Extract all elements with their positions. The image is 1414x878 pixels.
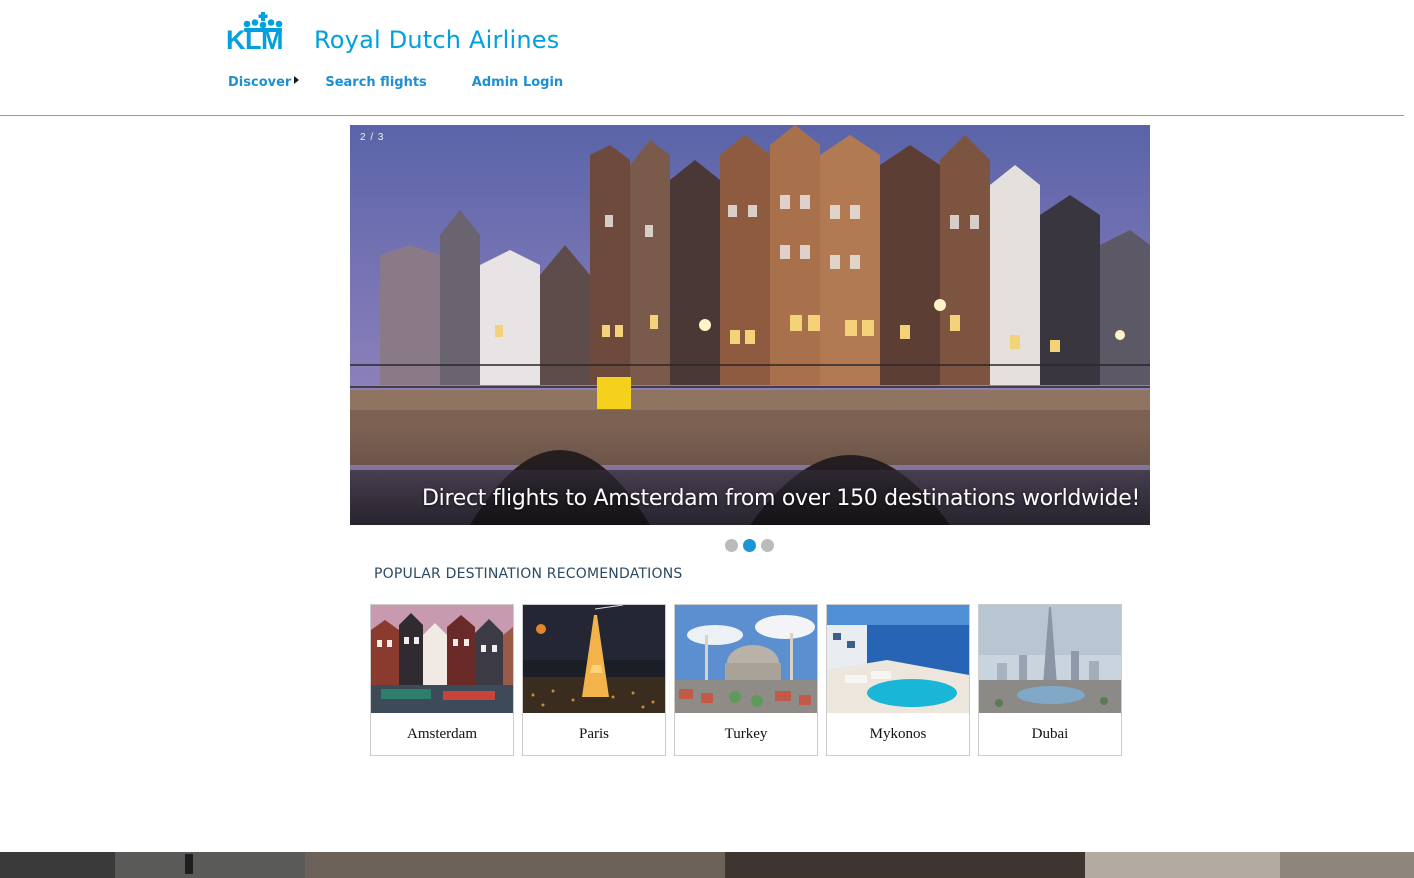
destination-cards: Amsterdam Paris Turkey Mykonos Dubai — [370, 604, 1130, 756]
klm-logo-mark: KLM — [226, 12, 300, 54]
site-header: KLM Royal Dutch Airlines Discover Search… — [0, 0, 1404, 116]
nav-admin-login[interactable]: Admin Login — [472, 74, 563, 92]
amsterdam-image — [371, 605, 513, 713]
destination-label: Mykonos — [869, 726, 927, 742]
destination-label: Paris — [579, 726, 609, 742]
destination-label: Turkey — [724, 726, 768, 742]
caret-right-icon — [294, 76, 300, 84]
destination-card-dubai[interactable]: Dubai — [978, 604, 1122, 756]
destination-label: Dubai — [1031, 726, 1069, 742]
amsterdam-canal-image — [350, 125, 1150, 525]
nav-discover[interactable]: Discover — [228, 74, 300, 92]
destination-card-paris[interactable]: Paris — [522, 604, 666, 756]
destination-card-turkey[interactable]: Turkey — [674, 604, 818, 756]
recommendations-title: POPULAR DESTINATION RECOMENDATIONS — [374, 566, 683, 582]
mykonos-image — [827, 605, 969, 713]
main-nav: Discover Search flights Admin Login — [228, 74, 563, 92]
slide-caption: Direct flights to Amsterdam from over 15… — [422, 486, 1140, 511]
turkey-image — [675, 605, 817, 713]
slide-dot-3[interactable] — [761, 539, 774, 552]
slide-dots — [725, 539, 779, 552]
paris-image — [523, 605, 665, 713]
slide-dot-1[interactable] — [725, 539, 738, 552]
destination-label: Amsterdam — [407, 726, 477, 742]
dubai-image — [979, 605, 1121, 713]
slide-counter: 2 / 3 — [360, 132, 385, 143]
nav-discover-label: Discover — [228, 75, 292, 90]
slide-dot-2[interactable] — [743, 539, 756, 552]
bottom-banner-image — [0, 852, 1414, 878]
klm-logo-text: KLM — [226, 25, 283, 55]
brand-name: Royal Dutch Airlines — [314, 26, 560, 54]
destination-card-amsterdam[interactable]: Amsterdam — [370, 604, 514, 756]
destination-card-mykonos[interactable]: Mykonos — [826, 604, 970, 756]
klm-logo[interactable]: KLM Royal Dutch Airlines — [226, 8, 559, 54]
bottom-banner-photo — [0, 852, 1414, 878]
nav-search-flights[interactable]: Search flights — [325, 74, 426, 92]
hero-slideshow[interactable]: 2 / 3 Direct flights to Amsterdam from o… — [350, 125, 1150, 525]
